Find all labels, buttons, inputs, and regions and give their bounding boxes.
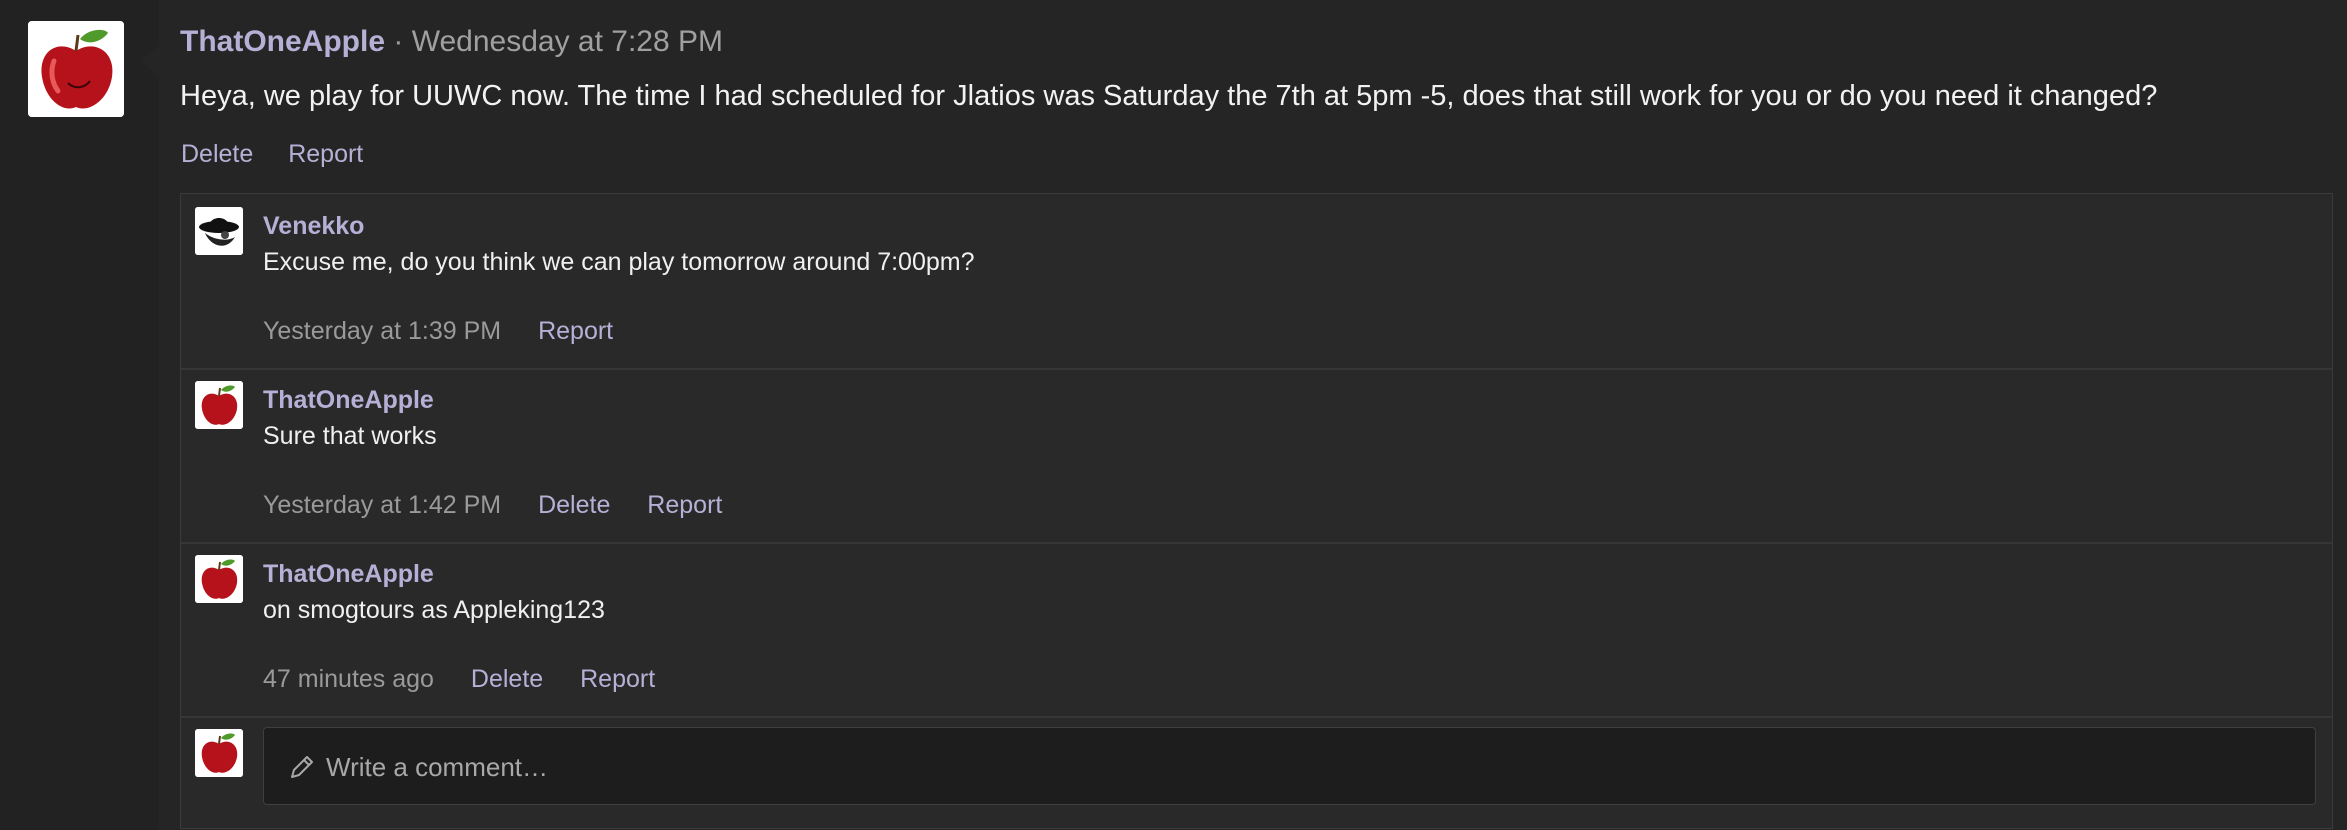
- post-header: ThatOneApple · Wednesday at 7:28 PM: [180, 24, 723, 60]
- post-report-link[interactable]: Report: [288, 140, 363, 168]
- comment-composer: Write a comment…: [181, 716, 2332, 828]
- comment-report-link[interactable]: Report: [647, 491, 722, 519]
- comment-text: Excuse me, do you think we can play tomo…: [263, 248, 975, 276]
- comment-input[interactable]: Write a comment…: [263, 727, 2316, 805]
- post-delete-link[interactable]: Delete: [181, 140, 253, 168]
- header-separator: ·: [393, 25, 404, 58]
- comment-item: ThatOneApple on smogtours as Appleking12…: [181, 542, 2332, 718]
- comment-meta: 47 minutes ago Delete Report: [263, 664, 685, 694]
- comment-avatar[interactable]: [195, 207, 243, 255]
- comment-item: ThatOneApple Sure that works Yesterday a…: [181, 368, 2332, 544]
- comment-item: Venekko Excuse me, do you think we can p…: [181, 194, 2332, 370]
- comment-text: on smogtours as Appleking123: [263, 596, 605, 624]
- red-apple-avatar-icon: [195, 729, 243, 777]
- post-body: Heya, we play for UUWC now. The time I h…: [180, 80, 2158, 112]
- red-apple-avatar-icon: [195, 555, 243, 603]
- comment-report-link[interactable]: Report: [538, 317, 613, 345]
- comment-delete-link[interactable]: Delete: [538, 491, 610, 519]
- hat-figure-avatar-icon: [195, 207, 243, 255]
- composer-avatar: [195, 729, 243, 777]
- comment-timestamp[interactable]: 47 minutes ago: [263, 665, 434, 693]
- comment-text: Sure that works: [263, 422, 437, 450]
- pencil-icon: [291, 756, 313, 778]
- post-pointer: [141, 45, 159, 77]
- post-actions: Delete Report: [181, 138, 391, 170]
- comment-meta: Yesterday at 1:42 PM Delete Report: [263, 490, 752, 520]
- red-apple-avatar-icon: [28, 21, 124, 117]
- comment-timestamp[interactable]: Yesterday at 1:42 PM: [263, 491, 501, 519]
- comments-list: Venekko Excuse me, do you think we can p…: [180, 193, 2333, 829]
- comment-meta: Yesterday at 1:39 PM Report: [263, 316, 643, 346]
- comment-timestamp[interactable]: Yesterday at 1:39 PM: [263, 317, 501, 345]
- post-author-name[interactable]: ThatOneApple: [180, 25, 385, 58]
- comment-author[interactable]: ThatOneApple: [263, 559, 434, 589]
- post-timestamp[interactable]: Wednesday at 7:28 PM: [412, 25, 723, 58]
- comment-delete-link[interactable]: Delete: [471, 665, 543, 693]
- comment-avatar[interactable]: [195, 555, 243, 603]
- comment-author[interactable]: Venekko: [263, 211, 364, 241]
- comment-author[interactable]: ThatOneApple: [263, 385, 434, 415]
- left-gutter: [0, 0, 159, 830]
- comment-avatar[interactable]: [195, 381, 243, 429]
- post-author-avatar[interactable]: [28, 21, 124, 117]
- comment-report-link[interactable]: Report: [580, 665, 655, 693]
- red-apple-avatar-icon: [195, 381, 243, 429]
- comment-input-placeholder: Write a comment…: [326, 752, 549, 782]
